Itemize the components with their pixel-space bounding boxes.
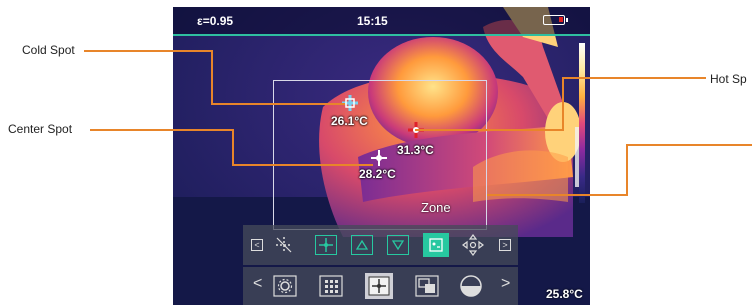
palette-icon[interactable]	[459, 274, 483, 298]
hot-spot-value: 31.3°C	[397, 143, 434, 157]
hot-spot-tool[interactable]	[351, 235, 373, 255]
zone-tool[interactable]	[423, 233, 449, 257]
center-spot-callout: Center Spot	[8, 122, 73, 136]
cold-spot-callout: Cold Spot	[22, 43, 75, 57]
hot-spot-callout: Hot Sp	[710, 72, 747, 86]
emissivity-readout: ε=0.95	[197, 14, 234, 28]
center-spot-value: 28.2°C	[359, 167, 396, 181]
menu-next-chevron[interactable]: >	[501, 275, 510, 293]
measurement-menu-button[interactable]	[365, 273, 393, 299]
scale-min-temperature: 25.8°C	[546, 287, 583, 301]
clock: 15:15	[357, 14, 388, 28]
battery-icon	[543, 15, 568, 25]
center-spot-marker-icon	[371, 150, 387, 166]
menu-prev-chevron[interactable]: <	[253, 275, 262, 293]
cold-spot-value: 26.1°C	[331, 114, 368, 128]
cold-spot-tool[interactable]	[387, 235, 409, 255]
center-spot-tool[interactable]	[315, 235, 337, 255]
status-bar: ε=0.95 15:15	[173, 7, 590, 35]
toolbar-prev-arrow[interactable]: <	[251, 239, 263, 251]
zone-label: Zone	[421, 200, 451, 215]
grid-menu-icon[interactable]	[319, 275, 343, 297]
main-tool-bar: < >	[243, 267, 518, 305]
cold-spot-marker-icon	[342, 95, 358, 111]
status-divider	[173, 34, 590, 36]
spot-off-icon[interactable]	[273, 234, 295, 256]
center-crosshair-icon	[319, 238, 333, 252]
hot-spot-marker-icon	[408, 122, 424, 138]
temperature-scale-bar	[579, 43, 585, 203]
triangle-up-icon	[356, 239, 368, 250]
spot-tool-bar: < >	[243, 225, 518, 265]
toolbar-next-arrow[interactable]: >	[499, 239, 511, 251]
move-icon[interactable]	[461, 233, 485, 257]
measurement-crosshair-icon	[368, 276, 390, 296]
thermal-camera-screen: ε=0.95 15:15 Zone 26.1°C 31.3°C 28.2°C <	[173, 7, 590, 305]
triangle-down-icon	[392, 240, 404, 251]
image-mode-icon[interactable]	[415, 275, 439, 297]
zone-icon	[429, 238, 443, 252]
settings-icon[interactable]	[273, 275, 297, 297]
